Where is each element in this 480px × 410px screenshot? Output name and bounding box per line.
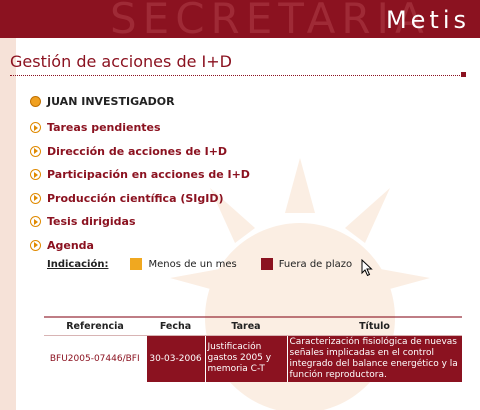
- arrow-right-icon: [30, 216, 41, 228]
- tasks-table-container: Referencia Fecha Tarea Título BFU2005-07…: [44, 316, 462, 382]
- legend-label: Indicación:: [47, 258, 109, 270]
- arrow-right-icon: [30, 169, 41, 181]
- table-top-rule: [44, 316, 462, 318]
- menu-item-direccion-acciones[interactable]: Dirección de acciones de I+D: [30, 140, 250, 164]
- legend-text-warning: Menos de un mes: [148, 258, 237, 270]
- menu-item-produccion-cientifica[interactable]: Producción científica (SIgID): [30, 187, 250, 211]
- menu-item-label[interactable]: Agenda: [47, 239, 94, 252]
- arrow-right-icon: [30, 145, 41, 157]
- app-brand: Metis: [385, 6, 470, 34]
- legend-swatch-overdue: [260, 258, 273, 270]
- table-row[interactable]: BFU2005-07446/BFI 30-03-2006 Justificaci…: [44, 335, 462, 382]
- header-banner: SECRETARIA Metis: [0, 0, 480, 38]
- column-header-tarea[interactable]: Tarea: [205, 319, 287, 336]
- header-watermark: SECRETARIA: [110, 0, 430, 38]
- arrow-right-icon: [30, 239, 41, 251]
- column-header-fecha[interactable]: Fecha: [146, 319, 205, 336]
- user-bullet-icon: [30, 96, 41, 107]
- mouse-cursor-icon: [361, 259, 373, 277]
- arrow-right-icon: [30, 122, 41, 134]
- tasks-table: Referencia Fecha Tarea Título BFU2005-07…: [44, 319, 462, 382]
- table-header-row: Referencia Fecha Tarea Título: [44, 319, 462, 336]
- cell-referencia[interactable]: BFU2005-07446/BFI: [44, 335, 146, 382]
- title-divider-marker: [461, 72, 466, 77]
- legend: Indicación: Menos de un mes Fuera de pla…: [47, 258, 376, 270]
- menu-item-participacion-acciones[interactable]: Participación en acciones de I+D: [30, 163, 250, 187]
- arrow-right-icon: [30, 192, 41, 204]
- cell-titulo: Caracterización fisiológica de nuevas se…: [286, 335, 462, 382]
- user-header: JUAN INVESTIGADOR: [30, 95, 175, 108]
- page-title: Gestión de acciones de I+D: [10, 52, 232, 71]
- menu-item-label[interactable]: Participación en acciones de I+D: [47, 168, 250, 181]
- cell-tarea: Justificación gastos 2005 y memoria C-T: [204, 335, 287, 382]
- user-name: JUAN INVESTIGADOR: [47, 95, 175, 108]
- legend-text-overdue: Fuera de plazo: [278, 258, 353, 270]
- legend-swatch-warning: [130, 258, 143, 270]
- menu-item-label[interactable]: Producción científica (SIgID): [47, 192, 223, 205]
- menu-item-agenda[interactable]: Agenda: [30, 234, 250, 258]
- menu-item-label[interactable]: Tareas pendientes: [47, 121, 161, 134]
- title-divider: [10, 75, 462, 76]
- cell-fecha: 30-03-2006: [145, 335, 205, 382]
- menu-item-tesis-dirigidas[interactable]: Tesis dirigidas: [30, 210, 250, 234]
- column-header-referencia[interactable]: Referencia: [44, 319, 146, 336]
- menu-item-tareas-pendientes[interactable]: Tareas pendientes: [30, 116, 250, 140]
- actions-menu: Tareas pendientes Dirección de acciones …: [30, 116, 250, 257]
- menu-item-label[interactable]: Tesis dirigidas: [47, 215, 136, 228]
- column-header-titulo[interactable]: Título: [287, 319, 462, 336]
- menu-item-label[interactable]: Dirección de acciones de I+D: [47, 145, 227, 158]
